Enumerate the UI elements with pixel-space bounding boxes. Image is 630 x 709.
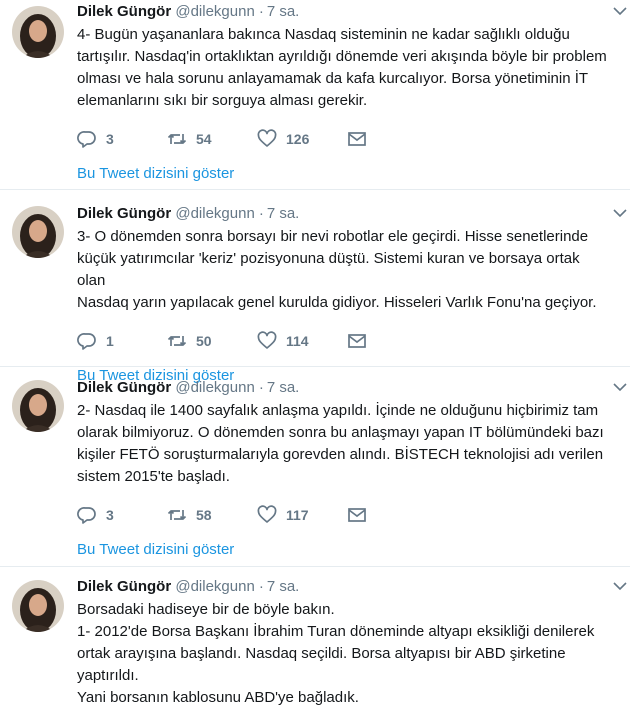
caret-down-icon[interactable] xyxy=(613,208,627,218)
tweet-text-line: olarak bilmiyoruz. O dönemden sonra bu a… xyxy=(77,424,604,441)
separator: · xyxy=(258,3,264,20)
like-count: 126 xyxy=(286,131,310,147)
reply-button[interactable]: 1 xyxy=(77,331,167,351)
tweet-feed: Dilek Güngör @dilekgunn · 7 sa. 4- Bugün y… xyxy=(0,0,630,706)
like-icon xyxy=(257,331,277,349)
tweet-actions: 1 50 114 xyxy=(77,329,630,353)
tweet-text: 2- Nasdaq ile 1400 sayfalık anlaşma yapı… xyxy=(77,400,630,488)
retweet-icon xyxy=(167,336,187,346)
tweet-header: Dilek Güngör @dilekgunn · 7 sa. xyxy=(77,577,630,597)
tweet-header: Dilek Güngör @dilekgunn · 7 sa. xyxy=(77,204,630,224)
tweet[interactable]: Dilek Güngör @dilekgunn · 7 sa. 3- O dönem… xyxy=(0,190,630,384)
separator: · xyxy=(258,205,264,222)
tweet[interactable]: Dilek Güngör @dilekgunn · 7 sa. 2- Nasdaq … xyxy=(0,367,630,567)
retweet-icon xyxy=(167,134,187,144)
tweet[interactable]: Dilek Güngör @dilekgunn · 7 sa. 4- Bugün y… xyxy=(0,0,630,190)
author-handle[interactable]: @dilekgunn xyxy=(175,578,254,595)
direct-message-icon xyxy=(348,508,366,522)
reply-button[interactable]: 3 xyxy=(77,129,167,149)
like-count: 117 xyxy=(286,507,309,523)
show-thread-link[interactable]: Bu Tweet dizisini göster xyxy=(77,164,630,184)
reply-count: 3 xyxy=(106,131,114,147)
tweet-text-line: ortak arayışına başlandı. Nasdaq seçildi… xyxy=(77,645,566,684)
timestamp[interactable]: 7 sa. xyxy=(267,205,300,222)
tweet-text-line: tartışılır. Nasdaq'in ortaklıktan ayrıld… xyxy=(77,48,607,65)
author-handle[interactable]: @dilekgunn xyxy=(175,3,254,20)
tweet-text-line: küçük yatırımcılar 'keriz' pozisyonuna d… xyxy=(77,250,580,289)
separator: · xyxy=(258,379,264,396)
tweet[interactable]: Dilek Güngör @dilekgunn · 7 sa. Borsadaki … xyxy=(0,567,630,706)
tweet-text: 4- Bugün yaşananlara bakınca Nasdaq sist… xyxy=(77,24,630,112)
retweet-button[interactable]: 54 xyxy=(167,129,257,149)
avatar[interactable] xyxy=(12,380,64,432)
tweet-text-line: 4- Bugün yaşananlara bakınca Nasdaq sist… xyxy=(77,26,570,43)
retweet-count: 54 xyxy=(196,131,212,147)
timestamp[interactable]: 7 sa. xyxy=(267,379,300,396)
tweet-text-line: Yani borsanın kablosunu ABD'ye bağladık. xyxy=(77,689,359,706)
reply-count: 3 xyxy=(106,507,114,523)
direct-message-button[interactable] xyxy=(347,505,437,525)
show-thread-link[interactable]: Bu Tweet dizisini göster xyxy=(77,540,630,560)
author-name[interactable]: Dilek Güngör xyxy=(77,3,171,20)
retweet-button[interactable]: 58 xyxy=(167,505,257,525)
author-handle[interactable]: @dilekgunn xyxy=(175,379,254,396)
author-handle[interactable]: @dilekgunn xyxy=(175,205,254,222)
direct-message-icon xyxy=(348,132,366,146)
reply-button[interactable]: 3 xyxy=(77,505,167,525)
tweet-actions: 3 54 126 xyxy=(77,127,630,151)
like-count: 114 xyxy=(286,333,309,349)
tweet-text-line: kişiler FETÖ soruşturmalarıyla gorevden … xyxy=(77,446,604,463)
like-button[interactable]: 114 xyxy=(257,331,347,351)
reply-icon xyxy=(77,333,96,350)
tweet-text: 3- O dönemden sonra borsayı bir nevi rob… xyxy=(77,226,630,314)
author-name[interactable]: Dilek Güngör xyxy=(77,379,171,396)
reply-icon xyxy=(77,507,96,524)
caret-down-icon[interactable] xyxy=(613,382,627,392)
tweet-actions: 3 58 117 xyxy=(77,503,630,527)
timestamp[interactable]: 7 sa. xyxy=(267,3,300,20)
tweet-text-line: 1- 2012'de Borsa Başkanı İbrahim Turan d… xyxy=(77,623,595,640)
caret-down-icon[interactable] xyxy=(613,6,627,16)
direct-message-icon xyxy=(348,334,366,348)
direct-message-button[interactable] xyxy=(347,129,437,149)
tweet-text-line: 2- Nasdaq ile 1400 sayfalık anlaşma yapı… xyxy=(77,402,599,419)
tweet-text-line: olması ve hala sorunu anlayamamak da kaf… xyxy=(77,70,589,87)
reply-count: 1 xyxy=(106,333,114,349)
author-name[interactable]: Dilek Güngör xyxy=(77,578,171,595)
tweet-text-line: 3- O dönemden sonra borsayı bir nevi rob… xyxy=(77,228,589,245)
retweet-icon xyxy=(167,510,187,520)
avatar[interactable] xyxy=(12,6,64,58)
caret-down-icon[interactable] xyxy=(613,581,627,591)
tweet-text-line: elemanlarını sıkı bir sorguya alması ger… xyxy=(77,92,368,109)
tweet-text: Borsadaki hadiseye bir de böyle bakın. 1… xyxy=(77,599,630,709)
like-icon xyxy=(257,505,277,523)
like-button[interactable]: 126 xyxy=(257,129,347,149)
author-name[interactable]: Dilek Güngör xyxy=(77,205,171,222)
like-icon xyxy=(257,129,277,147)
avatar[interactable] xyxy=(12,580,64,632)
retweet-count: 58 xyxy=(196,507,212,523)
direct-message-button[interactable] xyxy=(347,331,437,351)
tweet-text-line: sistem 2015'te başladı. xyxy=(77,468,230,485)
timestamp[interactable]: 7 sa. xyxy=(267,578,300,595)
tweet-header: Dilek Güngör @dilekgunn · 7 sa. xyxy=(77,378,630,398)
tweet-text-line: Nasdaq yarın yapılacak genel kurulda gid… xyxy=(77,294,597,311)
like-button[interactable]: 117 xyxy=(257,505,347,525)
retweet-count: 50 xyxy=(196,333,212,349)
separator: · xyxy=(258,578,264,595)
retweet-button[interactable]: 50 xyxy=(167,331,257,351)
tweet-header: Dilek Güngör @dilekgunn · 7 sa. xyxy=(77,2,630,22)
avatar[interactable] xyxy=(12,206,64,258)
tweet-text-line: Borsadaki hadiseye bir de böyle bakın. xyxy=(77,601,335,618)
reply-icon xyxy=(77,131,96,148)
